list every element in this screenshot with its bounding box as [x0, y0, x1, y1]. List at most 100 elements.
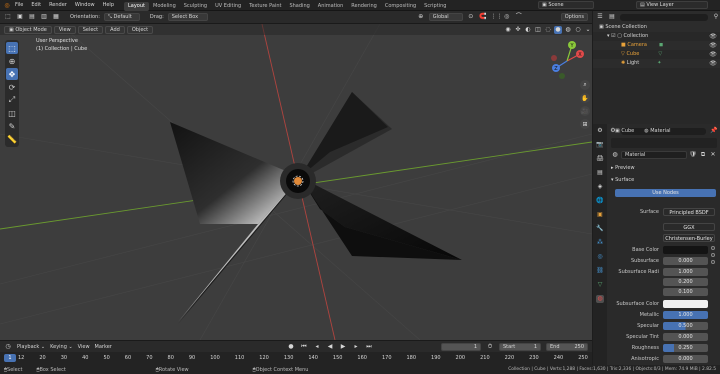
subsurface-field[interactable]: 0.000 — [663, 257, 708, 265]
roughness-slider[interactable]: 0.250 — [663, 344, 708, 352]
shading-solid-icon[interactable]: ● — [554, 25, 562, 34]
select-tool-icon[interactable]: ⬚ — [4, 13, 12, 21]
material-slot-list[interactable] — [611, 138, 717, 148]
tab-uv-editing[interactable]: UV Editing — [211, 2, 245, 11]
tree-object-cube[interactable]: ▽ Cube ▽ — [593, 50, 720, 59]
select-mode-subtract-icon[interactable]: ▥ — [40, 13, 48, 21]
object-menu[interactable]: Object — [126, 25, 154, 34]
timeline-ruler[interactable]: 1 12 20 30 40 50 60 70 80 90 100 110 120… — [0, 352, 592, 366]
data-tab-icon[interactable]: ▽ — [596, 281, 604, 289]
show-overlays-icon[interactable]: ◐ — [524, 26, 532, 34]
proportional-edit-icon[interactable]: ◎ — [503, 13, 511, 21]
anisotropic-slider[interactable]: 0.000 — [663, 355, 708, 363]
world-tab-icon[interactable]: 🌐 — [596, 197, 604, 205]
render-tab-icon[interactable]: 📷 — [596, 141, 604, 149]
current-frame-field[interactable]: 1 — [441, 342, 481, 351]
scale-tool-icon[interactable]: ⤢ — [6, 94, 18, 106]
select-mode-icon[interactable]: ▣ — [16, 13, 24, 21]
preview-range-icon[interactable]: ⏱ — [486, 343, 494, 351]
surface-section-header[interactable]: ▾ Surface — [611, 176, 634, 185]
tab-layout[interactable]: Layout — [124, 1, 149, 11]
drag-dropdown[interactable]: Select Box — [167, 13, 208, 21]
tab-shading[interactable]: Shading — [285, 2, 313, 11]
zoom-icon[interactable]: ⌕ — [580, 80, 590, 90]
proportional-falloff-icon[interactable]: ⌒ — [515, 13, 523, 21]
tree-scene-collection[interactable]: ▣ Scene Collection — [593, 23, 720, 32]
show-gizmo-icon[interactable]: ✜ — [514, 26, 522, 34]
object-mode-dropdown[interactable]: ▣ Object Mode — [4, 25, 52, 34]
record-icon[interactable]: ● — [287, 343, 295, 351]
navigation-gizmo[interactable]: X Y Z — [546, 40, 588, 82]
camera-view-icon[interactable]: 🎥 — [580, 106, 590, 116]
outliner-editor-icon[interactable]: ☰ — [596, 13, 604, 21]
pin-icon[interactable]: 📌 — [710, 127, 718, 135]
use-nodes-button[interactable]: Use Nodes — [615, 189, 716, 197]
shading-options-icon[interactable]: ⌄ — [584, 26, 592, 34]
blender-logo-icon[interactable]: ◎ — [3, 2, 11, 10]
browse-material-icon[interactable]: ◍ — [611, 151, 619, 159]
material-name-field[interactable]: Material — [621, 151, 687, 159]
cursor-tool-icon[interactable]: ⊕ — [6, 55, 18, 67]
menu-help[interactable]: Help — [99, 0, 118, 11]
keying-menu[interactable]: Keying ⌄ — [50, 344, 73, 350]
metallic-slider[interactable]: 1.000 — [663, 311, 708, 319]
select-mode-intersect-icon[interactable]: ▦ — [52, 13, 60, 21]
tab-rendering[interactable]: Rendering — [347, 2, 381, 11]
visibility-eye-icon[interactable]: 👁 — [709, 42, 717, 50]
3d-viewport[interactable]: ▣ Object Mode View Select Add Object ◉ ✜… — [0, 24, 592, 340]
tab-animation[interactable]: Animation — [314, 2, 348, 11]
annotate-tool-icon[interactable]: ✎ — [6, 120, 18, 132]
menu-edit[interactable]: Edit — [27, 0, 45, 11]
visibility-eye-icon[interactable]: 👁 — [709, 33, 717, 41]
outliner-search-input[interactable] — [620, 13, 708, 21]
playback-menu[interactable]: Playback ⌄ — [17, 344, 45, 350]
filter-icon[interactable]: ⚲ — [712, 13, 720, 21]
visibility-eye-icon[interactable]: 👁 — [709, 60, 717, 68]
tab-scripting[interactable]: Scripting — [420, 2, 450, 11]
transform-tool-icon[interactable]: ◫ — [6, 107, 18, 119]
snap-target-icon[interactable]: ⋮⋮ — [491, 13, 503, 21]
visibility-eye-icon[interactable]: 👁 — [709, 51, 717, 59]
node-socket-icon[interactable] — [711, 246, 715, 250]
end-frame-field[interactable]: End 250 — [546, 342, 588, 351]
unlink-material-icon[interactable]: ✕ — [709, 151, 717, 159]
select-mode-extend-icon[interactable]: ▤ — [28, 13, 36, 21]
add-menu[interactable]: Add — [105, 25, 125, 34]
subsurface-color-swatch[interactable] — [663, 300, 708, 308]
pivot-point-icon[interactable]: ⊙ — [467, 13, 475, 21]
menu-file[interactable]: File — [11, 0, 27, 11]
next-keyframe-icon[interactable]: ▸ — [352, 343, 360, 351]
play-icon[interactable]: ▶ — [339, 343, 347, 351]
orientation-dropdown[interactable]: ⤡ Default — [103, 13, 140, 21]
specular-tint-slider[interactable]: 0.000 — [663, 333, 708, 341]
prev-keyframe-icon[interactable]: ◂ — [313, 343, 321, 351]
view-layer-tab-icon[interactable]: ▤ — [596, 169, 604, 177]
pan-hand-icon[interactable]: ✋ — [580, 93, 590, 103]
jump-end-icon[interactable]: ⏭ — [365, 343, 373, 351]
view-object-types-icon[interactable]: ◉ — [504, 26, 512, 34]
shading-wireframe-icon[interactable]: ◌ — [544, 26, 552, 34]
marker-menu[interactable]: Marker — [95, 344, 112, 350]
timeline-editor-icon[interactable]: ◷ — [4, 343, 12, 351]
select-menu[interactable]: Select — [77, 25, 104, 34]
transform-pivot-icon[interactable]: ⊕ — [417, 13, 425, 21]
shading-material-icon[interactable]: ◍ — [564, 26, 572, 34]
select-box-tool-icon[interactable]: ⬚ — [6, 42, 18, 54]
jump-start-icon[interactable]: ⏮ — [300, 343, 308, 351]
measure-tool-icon[interactable]: 📏 — [6, 133, 18, 145]
subsurface-radius-z[interactable]: 0.100 — [663, 288, 708, 296]
fake-user-icon[interactable]: 🛡 — [689, 151, 697, 159]
subsurface-radius-x[interactable]: 1.000 — [663, 268, 708, 276]
tree-collection[interactable]: ▾ ☑ ▢ Collection — [593, 32, 720, 41]
node-socket-icon[interactable] — [711, 260, 715, 264]
tool-tab-icon[interactable]: ⚙ — [596, 127, 604, 135]
tab-texture-paint[interactable]: Texture Paint — [245, 2, 285, 11]
play-reverse-icon[interactable]: ◀ — [326, 343, 334, 351]
duplicate-material-icon[interactable]: ⧉ — [699, 151, 707, 159]
node-socket-icon[interactable] — [711, 253, 715, 257]
view-menu[interactable]: View — [53, 25, 76, 34]
tree-object-camera[interactable]: ■ Camera ◼ — [593, 41, 720, 50]
tab-sculpting[interactable]: Sculpting — [180, 2, 211, 11]
timeline-view-menu[interactable]: View — [78, 344, 90, 350]
transform-space-dropdown[interactable]: Global — [428, 13, 463, 21]
